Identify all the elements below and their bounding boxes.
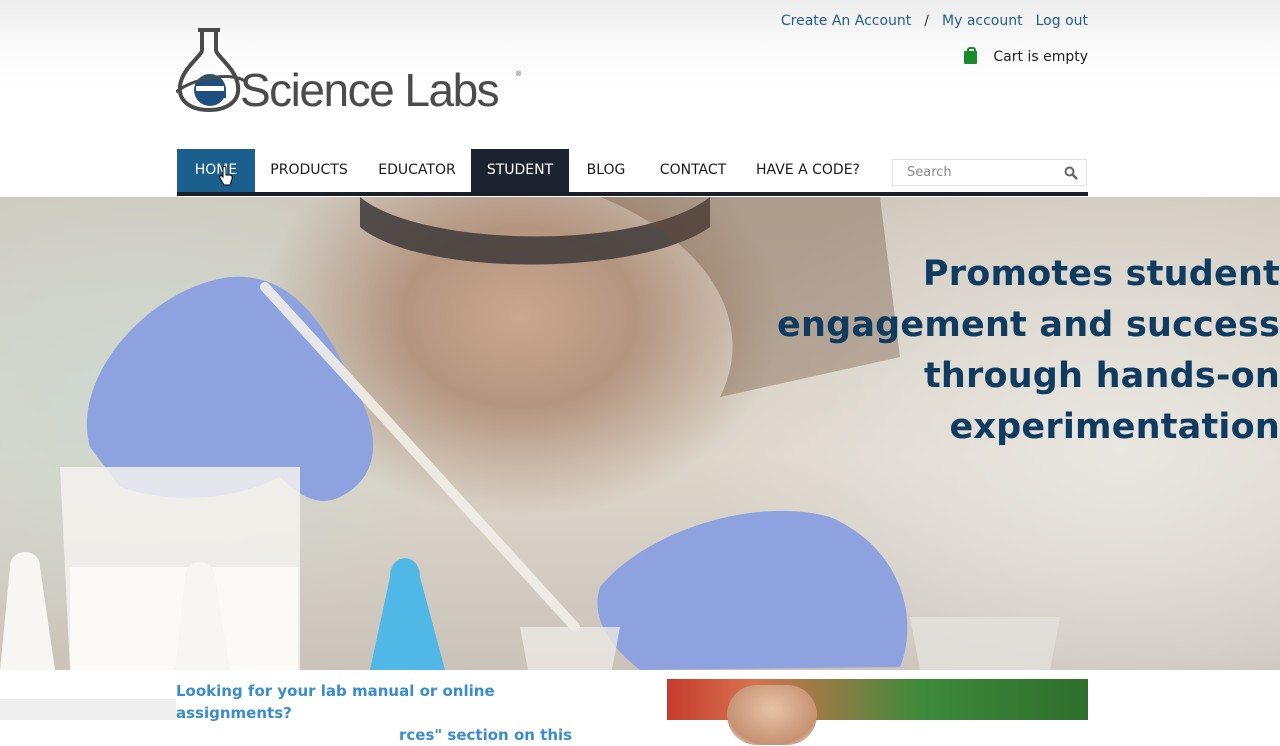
student-face-image	[727, 685, 817, 745]
hero-headline: Promotes student engagement and success …	[777, 249, 1280, 453]
search-box	[892, 159, 1087, 186]
callout-line-1: Looking for your lab manual or online as…	[176, 682, 495, 722]
featured-image[interactable]	[667, 679, 1088, 745]
hand-cursor-icon	[219, 166, 233, 186]
link-separator: /	[924, 13, 930, 29]
nav-item-blog[interactable]: BLOG	[569, 149, 643, 192]
cart-summary[interactable]: Cart is empty	[964, 46, 1088, 65]
callout-line-2: rces" section on this	[399, 726, 573, 744]
hero-line-1: Promotes student	[922, 254, 1280, 294]
create-account-link[interactable]: Create An Account	[781, 13, 911, 29]
nav-item-educator[interactable]: EDUCATOR	[363, 149, 471, 192]
nav-item-have-a-code[interactable]: HAVE A CODE?	[743, 149, 873, 192]
account-links: Create An Account / My account Log out	[781, 13, 1088, 29]
shopping-bag-icon	[964, 46, 978, 64]
hero-line-2: engagement and success	[777, 305, 1280, 345]
escience-labs-logo[interactable]: Science Labs ®	[176, 26, 526, 114]
svg-text:®: ®	[516, 70, 522, 78]
nav-item-contact[interactable]: CONTACT	[643, 149, 743, 192]
nav-item-student[interactable]: STUDENT	[471, 149, 569, 192]
logo-text: Science Labs	[240, 64, 499, 114]
my-account-link[interactable]: My account	[942, 13, 1023, 29]
nav-item-products[interactable]: PRODUCTS	[255, 149, 363, 192]
nav-item-home[interactable]: HOME	[177, 149, 255, 192]
hero-line-4: experimentation	[949, 407, 1280, 447]
cart-status-text: Cart is empty	[993, 49, 1088, 65]
hero-banner: Promotes student engagement and success …	[0, 197, 1280, 670]
search-input[interactable]	[893, 160, 1067, 185]
left-gray-strip	[0, 699, 176, 720]
log-out-link[interactable]: Log out	[1036, 13, 1088, 29]
hero-line-3: through hands-on	[923, 356, 1280, 396]
lab-manual-callout[interactable]: Looking for your lab manual or online as…	[176, 680, 596, 746]
search-icon[interactable]	[1064, 166, 1078, 180]
